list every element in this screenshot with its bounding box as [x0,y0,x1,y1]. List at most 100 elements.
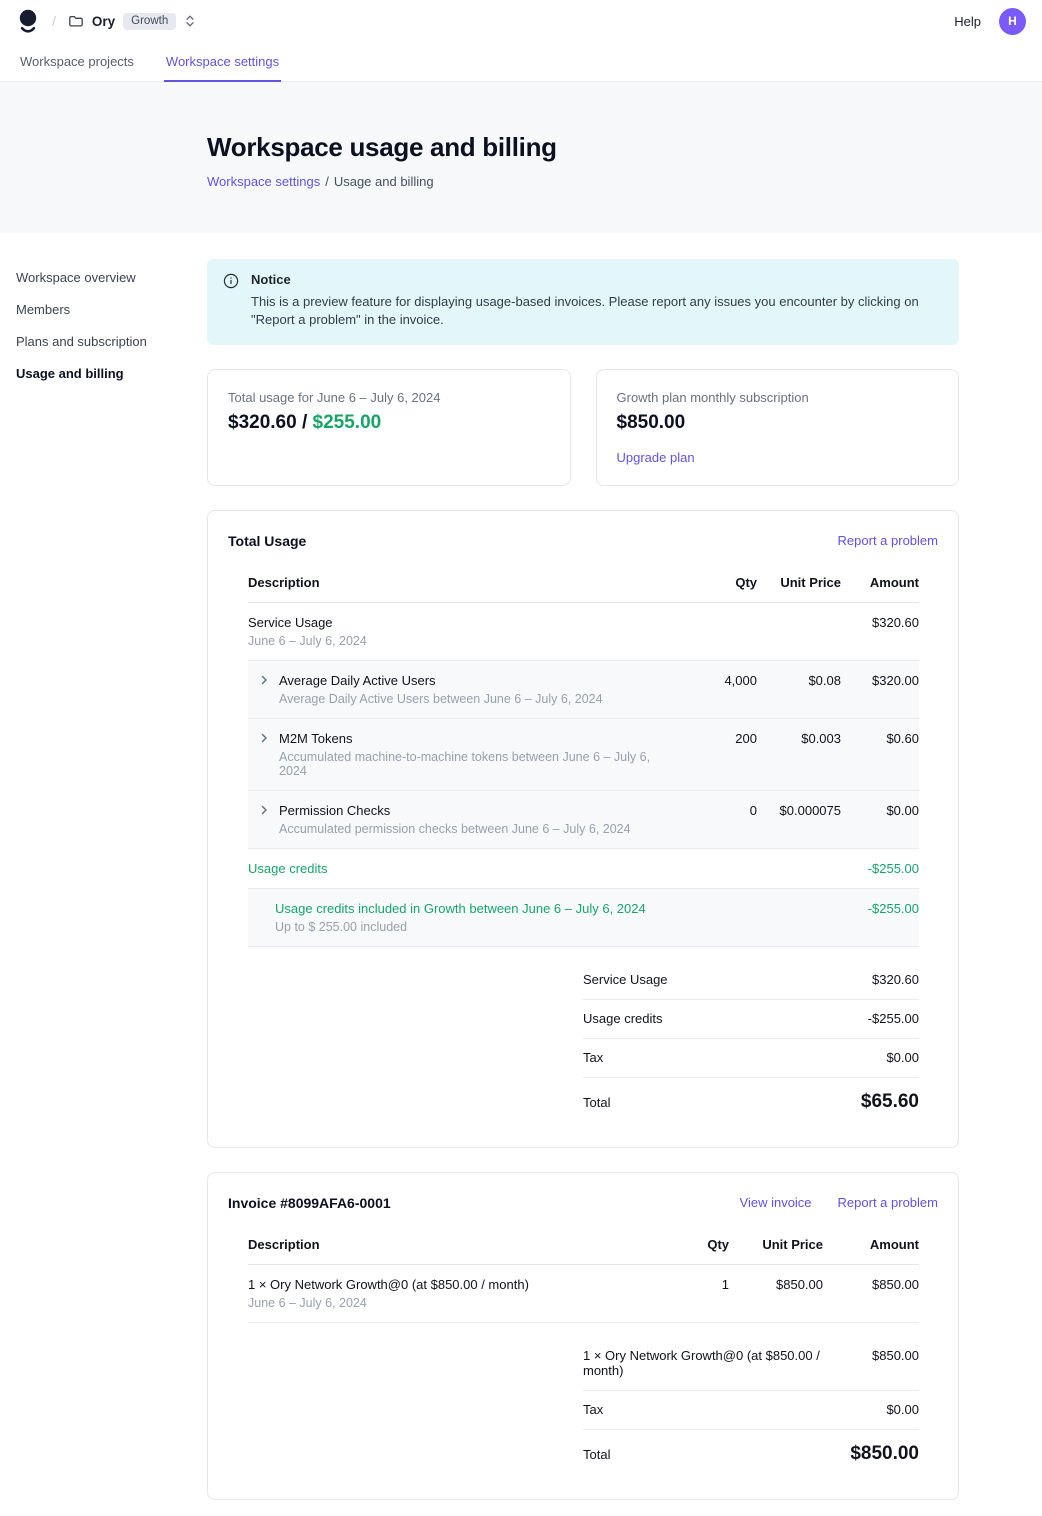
selector-chevrons-icon [184,14,196,28]
summary-total-value: $850.00 [850,1443,919,1465]
invoice-panel: Invoice #8099AFA6-0001 View invoice Repo… [207,1172,959,1500]
row-amount: $320.60 [841,602,919,660]
row-qty [671,888,757,946]
usage-credit-amount: $255.00 [313,412,382,433]
report-problem-link[interactable]: Report a problem [838,533,938,548]
summary-total-label: Total [583,1095,610,1110]
col-description: Description [248,1229,633,1265]
row-qty: 4,000 [671,660,757,718]
report-problem-link[interactable]: Report a problem [838,1195,938,1210]
invoice-panel-header: Invoice #8099AFA6-0001 View invoice Repo… [208,1193,958,1229]
row-subtext: Accumulated permission checks between Ju… [279,822,631,836]
chevron-right-icon[interactable] [258,804,270,836]
row-name: Usage credits included in Growth between… [275,901,671,916]
row-unit-price: $0.08 [757,660,841,718]
breadcrumb: Workspace settings / Usage and billing [207,174,1026,189]
invoice-panel-title: Invoice #8099AFA6-0001 [228,1195,391,1211]
breadcrumb-separator: / [325,174,329,189]
table-header-row: Description Qty Unit Price Amount [248,1229,919,1265]
avatar[interactable]: H [999,8,1026,35]
subscription-card-label: Growth plan monthly subscription [617,390,939,405]
subscription-card-amount: $850.00 [617,412,939,434]
col-unit-price: Unit Price [729,1229,823,1265]
main-column: Notice This is a preview feature for dis… [207,259,959,1500]
content: Workspace overview Members Plans and sub… [0,233,1042,1516]
help-link[interactable]: Help [954,14,981,29]
row-amount: $850.00 [823,1264,919,1322]
col-unit-price: Unit Price [757,567,841,603]
row-amount: $0.00 [841,790,919,848]
summary-row-total: Total $850.00 [583,1430,919,1477]
notice-title: Notice [251,272,939,287]
summary-total-value: $65.60 [861,1091,919,1113]
row-name: M2M Tokens [279,731,671,746]
breadcrumb-current: Usage and billing [334,174,434,189]
total-usage-panel: Total Usage Report a problem Description… [207,510,959,1148]
view-invoice-link[interactable]: View invoice [740,1195,812,1210]
col-qty: Qty [633,1229,729,1265]
workspace-name: Ory [92,14,115,29]
row-unit-price [757,888,841,946]
sidebar-item-members[interactable]: Members [16,297,207,322]
summary-value: $0.00 [886,1050,919,1065]
table-row-average-daily-active-users: Average Daily Active Users Average Daily… [248,660,919,718]
summary-value: $0.00 [886,1402,919,1417]
table-row-invoice-line: 1 × Ory Network Growth@0 (at $850.00 / m… [248,1264,919,1322]
sidebar-item-plans-and-subscription[interactable]: Plans and subscription [16,329,207,354]
path-separator: / [52,13,56,29]
row-amount: $0.60 [841,718,919,790]
workspace-switcher[interactable]: Ory Growth [68,13,196,30]
topbar-right: Help H [954,8,1026,35]
usage-amount-separator: / [297,412,313,433]
row-qty: 0 [671,790,757,848]
summary-row-subscription: 1 × Ory Network Growth@0 (at $850.00 / m… [583,1337,919,1391]
settings-sidebar: Workspace overview Members Plans and sub… [16,259,207,1500]
row-unit-price: $0.003 [757,718,841,790]
summary-value: $320.60 [872,972,919,987]
col-amount: Amount [823,1229,919,1265]
row-amount: $320.00 [841,660,919,718]
tab-workspace-projects[interactable]: Workspace projects [18,42,136,82]
col-amount: Amount [841,567,919,603]
summary-label: Tax [583,1050,603,1065]
notice-body: This is a preview feature for displaying… [251,293,939,330]
row-unit-price: $0.000075 [757,790,841,848]
invoice-table: Description Qty Unit Price Amount 1 × Or… [248,1229,919,1323]
summary-row-tax: Tax $0.00 [583,1391,919,1430]
topbar-left: / Ory Growth [16,8,196,34]
table-row-service-usage: Service Usage June 6 – July 6, 2024 $320… [248,602,919,660]
chevron-right-icon[interactable] [258,674,270,706]
total-usage-card-label: Total usage for June 6 – July 6, 2024 [228,390,550,405]
ory-logo-icon[interactable] [16,8,40,34]
row-qty [671,848,757,888]
row-qty: 200 [671,718,757,790]
upgrade-plan-link[interactable]: Upgrade plan [617,450,695,465]
chevron-right-icon[interactable] [258,732,270,778]
summary-total-label: Total [583,1447,610,1462]
breadcrumb-link-workspace-settings[interactable]: Workspace settings [207,174,320,189]
total-usage-table: Description Qty Unit Price Amount Servic… [248,567,919,947]
page-header: Workspace usage and billing Workspace se… [0,82,1042,233]
table-row-permission-checks: Permission Checks Accumulated permission… [248,790,919,848]
total-usage-table-wrap: Description Qty Unit Price Amount Servic… [208,567,958,947]
row-name: Average Daily Active Users [279,673,603,688]
total-usage-panel-header: Total Usage Report a problem [208,531,958,567]
table-row-usage-credits: Usage credits -$255.00 [248,848,919,888]
summary-row-total: Total $65.60 [583,1078,919,1125]
sidebar-item-workspace-overview[interactable]: Workspace overview [16,265,207,290]
row-unit-price [757,602,841,660]
row-name: Usage credits [248,861,671,876]
summary-label: Tax [583,1402,603,1417]
row-subtext: June 6 – July 6, 2024 [248,1296,633,1310]
topbar: / Ory Growth Help H [0,0,1042,42]
summary-label: Usage credits [583,1011,662,1026]
table-row-m2m-tokens: M2M Tokens Accumulated machine-to-machin… [248,718,919,790]
total-usage-panel-title: Total Usage [228,533,306,549]
tab-workspace-settings[interactable]: Workspace settings [164,42,281,82]
row-name: Service Usage [248,615,671,630]
row-subtext: June 6 – July 6, 2024 [248,634,671,648]
row-qty: 1 [633,1264,729,1322]
sidebar-item-usage-and-billing[interactable]: Usage and billing [16,361,207,386]
row-unit-price: $850.00 [729,1264,823,1322]
summary-value: -$255.00 [868,1011,919,1026]
